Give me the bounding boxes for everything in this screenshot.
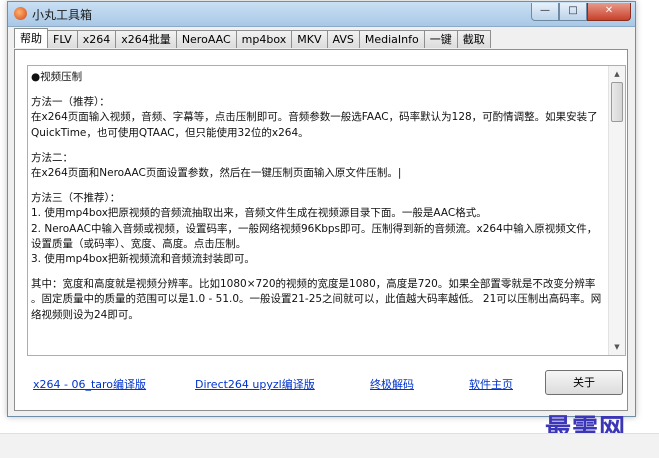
method-three-line: 3. 使用mp4box把新视频流和音频流封装即可。: [31, 253, 255, 266]
tab-help[interactable]: 帮助: [14, 28, 48, 48]
method-one-title: 方法一（推荐）：: [31, 96, 110, 109]
scroll-up-arrow-icon[interactable]: ▲: [609, 66, 625, 82]
method-two-title: 方法二：: [31, 151, 73, 164]
help-textarea[interactable]: ●视频压制 方法一（推荐）： 在x264页面输入视频，音频、字幕等，点击压制即可…: [27, 65, 626, 356]
scrollbar-thumb[interactable]: [611, 82, 623, 122]
maximize-button[interactable]: □: [559, 3, 587, 21]
tab-clip[interactable]: 截取: [456, 30, 491, 48]
tab-neroaac[interactable]: NeroAAC: [175, 30, 237, 48]
method-three-line: 2. NeroAAC中输入音频或视频，设置码率，一般网络视频96Kbps即可。压…: [31, 222, 598, 235]
method-one-line: QuickTime，也可使用QTAAC，但只能使用32位的x264。: [31, 126, 309, 139]
tab-avs[interactable]: AVS: [326, 30, 360, 48]
title-bar[interactable]: 小丸工具箱 — □ ✕: [8, 2, 635, 27]
note-line: 。固定质量中的质量的范围可以是1.0 - 51.0。一般设置21-25之间就可以…: [31, 293, 602, 306]
footer-links: x264 - 06_taro编译版 Direct264 upyzl编译版 终极解…: [15, 370, 627, 396]
note-line: 络视频则设为24即可。: [31, 308, 139, 321]
window-title: 小丸工具箱: [32, 8, 93, 22]
about-button[interactable]: 关于: [545, 370, 623, 395]
app-icon: [14, 7, 27, 20]
help-heading: ●视频压制: [31, 71, 83, 83]
tab-x264-batch[interactable]: x264批量: [115, 30, 177, 48]
note-line: 其中：宽度和高度就是视频分辨率。比如1080×720的视频的宽度是1080，高度…: [31, 278, 596, 291]
window-controls: — □ ✕: [531, 3, 631, 21]
tab-one-click[interactable]: 一键: [423, 30, 458, 48]
method-three-line: 设置质量（或码率）、宽度、高度。点击压制。: [31, 237, 247, 250]
app-window: 小丸工具箱 — □ ✕ 帮助 FLV x264 x264批量 NeroAAC m…: [7, 1, 636, 417]
method-three-title: 方法三（不推荐）：: [31, 192, 121, 205]
tab-flv[interactable]: FLV: [47, 30, 78, 48]
bottom-strip: [0, 433, 659, 458]
tab-mediainfo[interactable]: MediaInfo: [358, 30, 425, 48]
help-text: ●视频压制 方法一（推荐）： 在x264页面输入视频，音频、字幕等，点击压制即可…: [31, 70, 607, 323]
homepage-link[interactable]: 软件主页: [469, 376, 513, 392]
method-one-line: 在x264页面输入视频，音频、字幕等，点击压制即可。音频参数一般选FAAC，码率…: [31, 111, 598, 124]
scroll-down-arrow-icon[interactable]: ▼: [609, 339, 625, 355]
help-panel: ●视频压制 方法一（推荐）： 在x264页面输入视频，音频、字幕等，点击压制即可…: [14, 49, 628, 411]
tab-mkv[interactable]: MKV: [291, 30, 328, 48]
tab-strip: 帮助 FLV x264 x264批量 NeroAAC mp4box MKV AV…: [14, 28, 491, 49]
tab-x264[interactable]: x264: [76, 30, 117, 48]
direct264-link[interactable]: Direct264 upyzl编译版: [195, 376, 315, 392]
method-three-line: 1. 使用mp4box把原视频的音频流抽取出来，音频文件生成在视频源目录下面。一…: [31, 207, 487, 220]
close-button[interactable]: ✕: [587, 3, 631, 21]
x264-taro-link[interactable]: x264 - 06_taro编译版: [33, 376, 146, 392]
method-two-line: 在x264页面和NeroAAC页面设置参数，然后在一键压制页面输入原文件压制。|: [31, 167, 402, 180]
minimize-button[interactable]: —: [531, 3, 559, 21]
tab-mp4box[interactable]: mp4box: [235, 30, 293, 48]
ultimate-decoder-link[interactable]: 终极解码: [370, 376, 414, 392]
vertical-scrollbar[interactable]: ▲ ▼: [608, 66, 625, 355]
